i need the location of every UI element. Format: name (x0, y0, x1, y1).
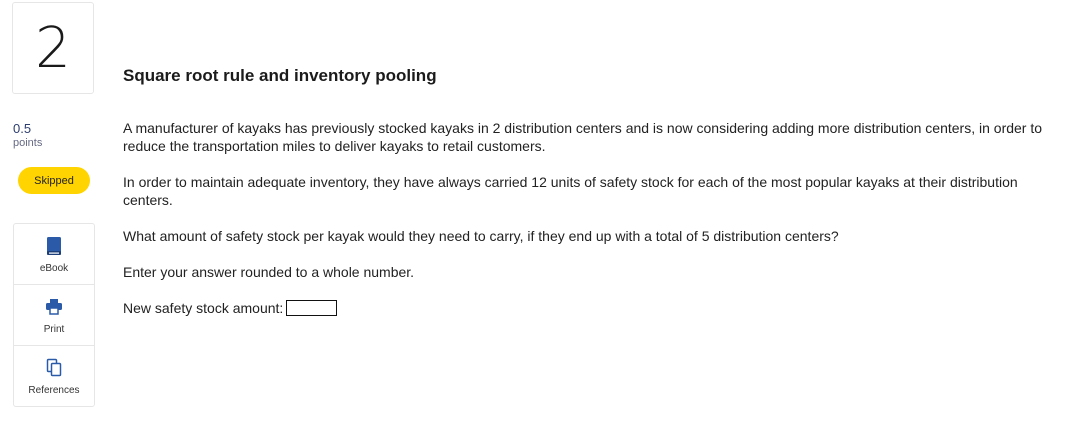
question-body: A manufacturer of kayaks has previously … (123, 119, 1063, 317)
question-paragraph: In order to maintain adequate inventory,… (123, 174, 1018, 208)
ebook-label: eBook (39, 262, 69, 274)
print-label: Print (43, 323, 65, 335)
safety-stock-input[interactable] (286, 300, 338, 316)
points-label: points (13, 136, 43, 149)
question-number: 2 (12, 2, 94, 94)
question-paragraph: Enter your answer rounded to a whole num… (123, 264, 415, 280)
ebook-button[interactable]: eBook (14, 224, 94, 285)
book-icon (46, 235, 62, 257)
printer-icon (45, 296, 63, 318)
references-button[interactable]: References (14, 346, 94, 406)
copy-icon (46, 357, 62, 379)
question-paragraph: A manufacturer of kayaks has previously … (123, 120, 1043, 154)
references-label: References (28, 384, 80, 396)
tools-panel: eBook Print References (13, 223, 95, 407)
points-block: 0.5 points (13, 121, 42, 150)
print-button[interactable]: Print (14, 285, 94, 346)
points-value: 0.5 (13, 121, 32, 136)
question-title: Square root rule and inventory pooling (123, 66, 437, 85)
status-badge: Skipped (18, 167, 90, 194)
question-paragraph: What amount of safety stock per kayak wo… (123, 228, 839, 244)
answer-row: New safety stock amount: (123, 299, 1063, 317)
answer-label: New safety stock amount: (123, 300, 284, 316)
